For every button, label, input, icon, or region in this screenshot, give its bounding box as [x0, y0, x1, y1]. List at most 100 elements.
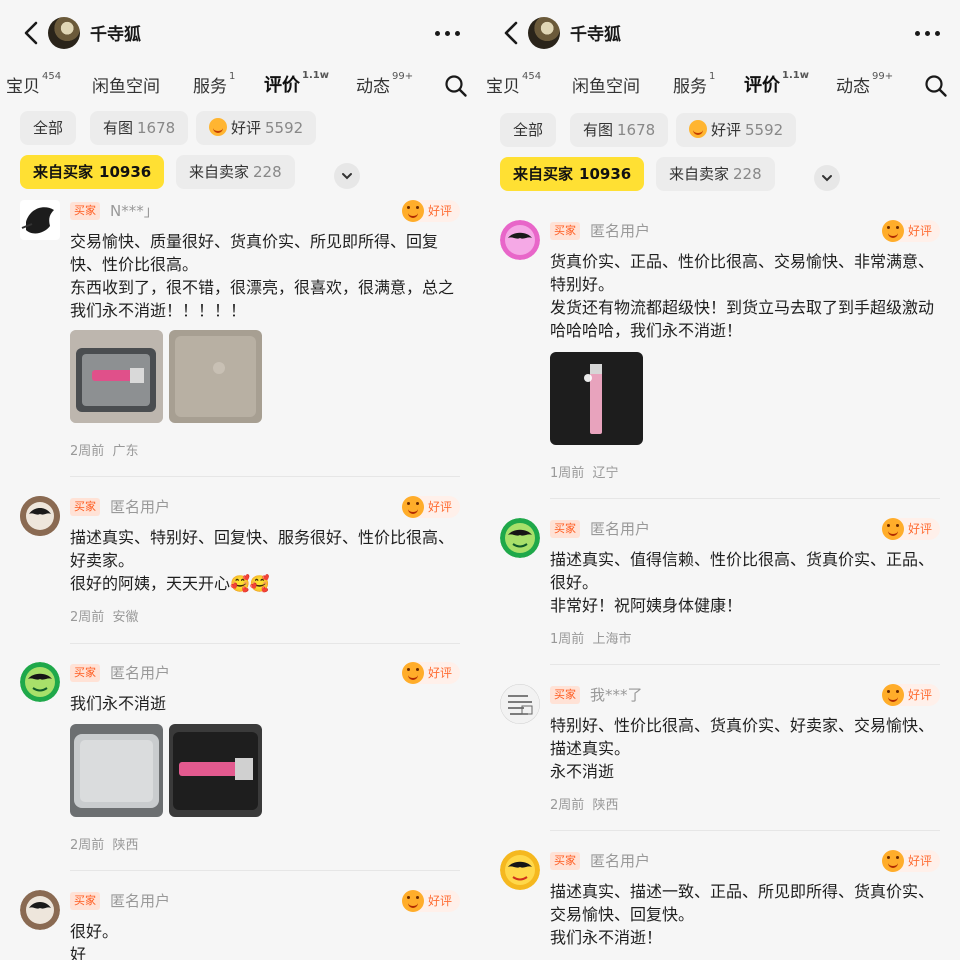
filter-positive-chip[interactable]: 好评 5592 [676, 113, 797, 147]
review-photos [70, 330, 262, 423]
avatar[interactable] [500, 684, 540, 724]
review-photo[interactable] [550, 352, 643, 445]
review-text: 很好。 好 [70, 922, 119, 960]
back-arrow-icon[interactable] [22, 21, 42, 45]
smile-icon [881, 850, 904, 872]
back-arrow-icon[interactable] [502, 21, 522, 45]
chevron-down-icon[interactable] [334, 163, 360, 189]
review-photos [550, 352, 643, 445]
source-seller-chip[interactable]: 来自卖家 228 [656, 157, 775, 191]
review-photo[interactable] [169, 724, 262, 817]
filter-all-chip[interactable]: 全部 [20, 111, 77, 145]
shop-avatar[interactable] [528, 17, 560, 49]
filter-with-photo-chip[interactable]: 有图 1678 [90, 111, 189, 145]
shop-name[interactable]: 千寺狐 [90, 20, 141, 45]
smile-icon [401, 890, 424, 912]
tab-service[interactable]: 服务1 [673, 71, 715, 97]
divider [70, 643, 460, 644]
reviewer-name: 匿名用户 [590, 520, 651, 538]
avatar[interactable] [500, 518, 540, 558]
review-card: 买家 匿名用户 好评 货真价实、正品、性价比很高、交易愉快、非常满意、特别好。 … [500, 220, 940, 490]
shop-avatar[interactable] [48, 17, 80, 49]
source-seller-chip[interactable]: 来自卖家 228 [176, 155, 295, 189]
reviewer-name: 匿名用户 [110, 498, 171, 516]
more-options-icon[interactable] [435, 31, 460, 36]
chevron-down-icon[interactable] [814, 165, 840, 191]
buyer-badge: 买家 [70, 664, 100, 682]
shop-header: 千寺狐 [480, 0, 960, 66]
screenshot-panel-left: 千寺狐 宝贝454 闲鱼空间 服务1 评价 1.1w 动态99+ 全部 有图 167… [0, 0, 480, 960]
source-buyer-chip[interactable]: 来自买家 10936 [500, 157, 645, 191]
avatar[interactable] [20, 662, 60, 702]
review-card: 买家 我***了 好评 特别好、性价比很高、货真价实、好卖家、交易愉快、描述真实… [500, 684, 940, 824]
review-time-location: 2周前 广东 [70, 444, 139, 459]
review-card: 买家 匿名用户 好评 描述真实、描述一致、正品、所见即所得、货真价实、交易愉快、… [500, 850, 940, 960]
positive-rating-badge: 好评 [401, 662, 460, 684]
positive-rating-badge: 好评 [401, 496, 460, 518]
review-photo[interactable] [70, 330, 163, 423]
review-filter-chips: 全部 有图 1678 好评 5592 [0, 111, 480, 155]
review-source-chips: 来自买家 10936 来自卖家 228 [480, 157, 960, 201]
buyer-badge: 买家 [70, 498, 100, 516]
review-photos [70, 724, 262, 817]
review-text: 交易愉快、质量很好、货真价实、所见即所得、回复快、性价比很高。 东西收到了，很不… [70, 232, 455, 320]
review-text: 描述真实、值得信赖、性价比很高、货真价实、正品、很好。 非常好！祝阿姨身体健康！ [550, 550, 935, 615]
filter-all-chip[interactable]: 全部 [500, 113, 557, 147]
review-filter-chips: 全部 有图 1678 好评 5592 [480, 113, 960, 157]
reviewer-name: 匿名用户 [110, 664, 171, 682]
reviewer-name: 匿名用户 [590, 852, 651, 870]
avatar[interactable] [500, 850, 540, 890]
buyer-badge: 买家 [70, 892, 100, 910]
avatar[interactable] [20, 496, 60, 536]
reviewer-name: 匿名用户 [590, 222, 651, 240]
shop-header: 千寺狐 [0, 0, 480, 66]
tab-reviews[interactable]: 评价 1.1w [744, 70, 809, 97]
more-options-icon[interactable] [915, 31, 940, 36]
tab-reviews[interactable]: 评价 1.1w [264, 70, 329, 97]
avatar[interactable] [500, 220, 540, 260]
avatar[interactable] [20, 200, 60, 240]
search-icon[interactable] [444, 74, 468, 98]
source-buyer-chip[interactable]: 来自买家 10936 [20, 155, 165, 189]
shop-name[interactable]: 千寺狐 [570, 20, 621, 45]
review-time-location: 2周前 陕西 [550, 798, 619, 813]
review-card: 买家 匿名用户 好评 描述真实、特别好、回复快、服务很好、性价比很高、好卖家。 … [20, 496, 460, 636]
search-icon[interactable] [924, 74, 948, 98]
review-text: 货真价实、正品、性价比很高、交易愉快、非常满意、特别好。 发货还有物流都超级快！… [550, 252, 935, 340]
smile-icon [401, 200, 424, 222]
divider [550, 830, 940, 831]
review-card: 买家 匿名用户 好评 描述真实、值得信赖、性价比很高、货真价实、正品、很好。 非… [500, 518, 940, 658]
divider [70, 870, 460, 871]
positive-rating-badge: 好评 [881, 518, 940, 540]
review-photo[interactable] [70, 724, 163, 817]
filter-positive-chip[interactable]: 好评 5592 [196, 111, 317, 145]
tab-service[interactable]: 服务1 [193, 71, 235, 97]
tab-space[interactable]: 闲鱼空间 [572, 72, 640, 97]
buyer-badge: 买家 [550, 520, 580, 538]
filter-with-photo-chip[interactable]: 有图 1678 [570, 113, 669, 147]
divider [70, 476, 460, 477]
tab-space[interactable]: 闲鱼空间 [92, 72, 160, 97]
tab-items[interactable]: 宝贝454 [486, 71, 541, 97]
review-card: 买家 匿名用户 好评 我们永不消逝 2周前 陕西 [20, 662, 460, 862]
smile-icon [881, 518, 904, 540]
avatar[interactable] [20, 890, 60, 930]
divider [550, 664, 940, 665]
screenshot-panel-right: 千寺狐 宝贝454 闲鱼空间 服务1 评价 1.1w 动态99+ 全部 有图 167… [480, 0, 960, 960]
reviewer-name: N***」 [110, 202, 159, 220]
tab-moments[interactable]: 动态99+ [356, 71, 413, 97]
positive-rating-badge: 好评 [881, 850, 940, 872]
review-time-location: 2周前 安徽 [70, 610, 139, 625]
review-source-chips: 来自买家 10936 来自卖家 228 [0, 155, 480, 199]
tab-moments[interactable]: 动态99+ [836, 71, 893, 97]
divider [550, 498, 940, 499]
review-text: 特别好、性价比很高、货真价实、好卖家、交易愉快、描述真实。 永不消逝 [550, 716, 935, 781]
reviewer-name: 匿名用户 [110, 892, 171, 910]
tab-items[interactable]: 宝贝454 [6, 71, 61, 97]
reviewer-name: 我***了 [590, 686, 643, 704]
review-time-location: 1周前 上海市 [550, 632, 632, 647]
profile-tabs: 宝贝454 闲鱼空间 服务1 评价 1.1w 动态99+ [0, 66, 480, 108]
smile-icon [401, 496, 424, 518]
buyer-badge: 买家 [550, 852, 580, 870]
review-photo[interactable] [169, 330, 262, 423]
